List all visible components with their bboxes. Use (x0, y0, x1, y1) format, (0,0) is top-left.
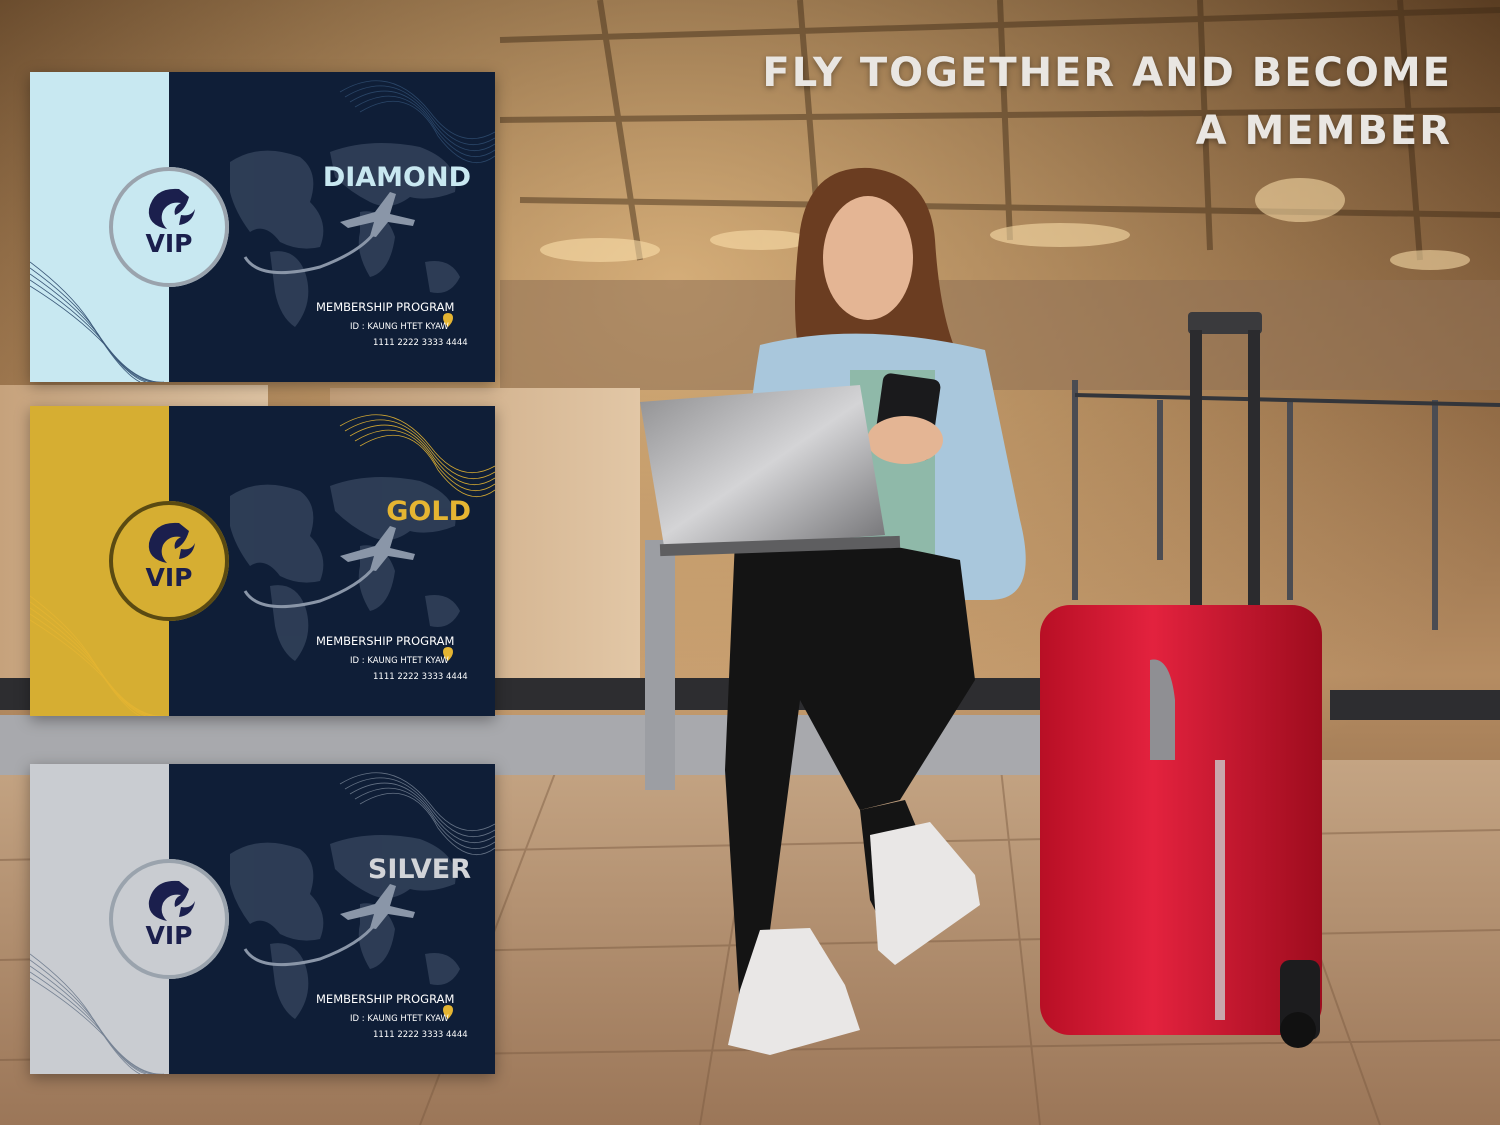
member-id: ID : KAUNG HTET KYAW (350, 1014, 449, 1024)
membership-card-gold[interactable]: VIP GOLD MEMBERSHIP PROGRAM ID : KAUNG H… (30, 406, 495, 716)
membership-card-diamond[interactable]: VIP DIAMOND MEMBERSHIP PROGRAM ID : KAUN… (30, 72, 495, 382)
card-number: 1111 2222 3333 4444 (373, 672, 468, 682)
membership-program-label: MEMBERSHIP PROGRAM (316, 634, 455, 648)
vip-label: VIP (145, 563, 193, 592)
card-number: 1111 2222 3333 4444 (373, 1030, 468, 1040)
member-id: ID : KAUNG HTET KYAW (350, 322, 449, 332)
vip-badge: VIP (109, 859, 229, 979)
membership-program-label: MEMBERSHIP PROGRAM (316, 992, 455, 1006)
card-tier-title: SILVER (367, 854, 471, 885)
world-map-decoration (30, 414, 495, 716)
world-map-decoration (30, 772, 495, 1074)
vip-badge: VIP (109, 501, 229, 621)
membership-program-label: MEMBERSHIP PROGRAM (316, 300, 455, 314)
world-map-decoration (30, 80, 495, 382)
vip-badge: VIP (109, 167, 229, 287)
headline-line-2: A MEMBER (1195, 108, 1452, 154)
card-tier-title: DIAMOND (322, 162, 471, 193)
card-number: 1111 2222 3333 4444 (373, 338, 468, 348)
headline: FLY TOGETHER AND BECOME A MEMBER (552, 44, 1452, 160)
card-tier-title: GOLD (386, 496, 471, 527)
membership-card-silver[interactable]: VIP SILVER MEMBERSHIP PROGRAM ID : KAUNG… (30, 764, 495, 1074)
headline-line-1: FLY TOGETHER AND BECOME (762, 50, 1452, 96)
vip-label: VIP (145, 921, 193, 950)
member-id: ID : KAUNG HTET KYAW (350, 656, 449, 666)
vip-label: VIP (145, 229, 193, 258)
